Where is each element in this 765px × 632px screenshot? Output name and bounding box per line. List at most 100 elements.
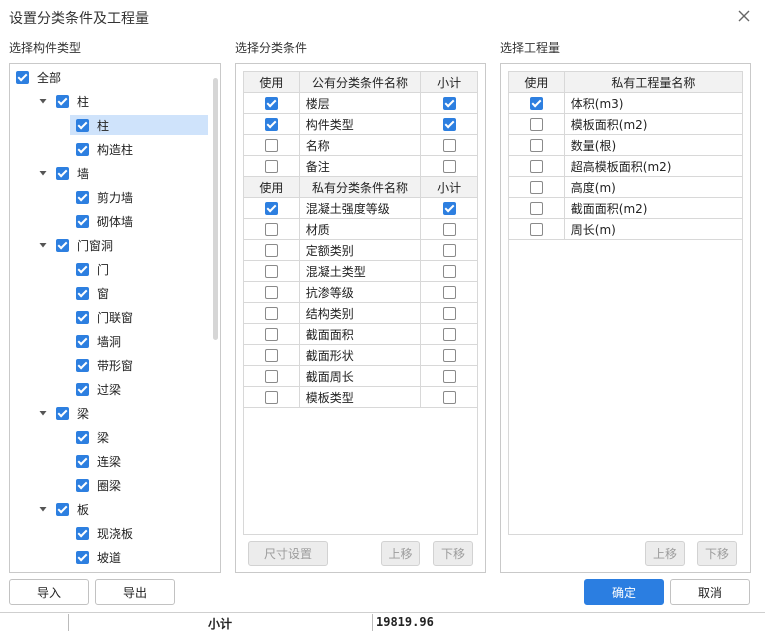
quantity-move-up-button[interactable]: 上移 xyxy=(645,541,685,566)
subtotal-checkbox[interactable] xyxy=(442,139,456,152)
table-row[interactable]: 混凝土类型 xyxy=(243,260,478,282)
table-row[interactable]: 数量(根) xyxy=(508,134,744,156)
use-checkbox[interactable] xyxy=(264,349,278,362)
tree-item-checkbox[interactable] xyxy=(76,214,89,228)
table-row[interactable]: 截面周长 xyxy=(243,365,478,387)
table-row[interactable]: 截面形状 xyxy=(243,344,478,366)
use-checkbox[interactable] xyxy=(264,97,278,110)
table-row[interactable]: 超高模板面积(m2) xyxy=(508,155,744,177)
subtotal-checkbox[interactable] xyxy=(442,118,456,131)
tree-item-checkbox[interactable] xyxy=(76,286,89,300)
tree-item[interactable]: 窗 xyxy=(76,283,109,303)
expand-arrow-icon[interactable] xyxy=(38,240,48,250)
table-row[interactable]: 构件类型 xyxy=(243,113,478,135)
tree-item[interactable]: 门 xyxy=(76,259,109,279)
condition-move-up-button[interactable]: 上移 xyxy=(381,541,420,566)
tree-item-checkbox[interactable] xyxy=(16,70,29,84)
tree-item[interactable]: 梁 xyxy=(38,403,89,423)
tree-item[interactable]: 坡道 xyxy=(76,547,121,567)
tree-item-checkbox[interactable] xyxy=(56,406,69,420)
tree-item-checkbox[interactable] xyxy=(76,142,89,156)
tree-item[interactable]: 剪力墙 xyxy=(76,187,133,207)
use-checkbox[interactable] xyxy=(264,370,278,383)
tree-item[interactable]: 门联窗 xyxy=(76,307,133,327)
table-row[interactable]: 抗渗等级 xyxy=(243,281,478,303)
use-checkbox[interactable] xyxy=(529,202,543,215)
use-checkbox[interactable] xyxy=(264,160,278,173)
subtotal-checkbox[interactable] xyxy=(442,265,456,278)
tree-item[interactable]: 全部 xyxy=(16,67,61,87)
subtotal-checkbox[interactable] xyxy=(442,223,456,236)
use-checkbox[interactable] xyxy=(529,118,543,131)
table-row[interactable]: 模板面积(m2) xyxy=(508,113,744,135)
use-checkbox[interactable] xyxy=(529,181,543,194)
tree-item[interactable]: 门窗洞 xyxy=(38,235,113,255)
table-row[interactable]: 楼层 xyxy=(243,92,478,114)
use-checkbox[interactable] xyxy=(529,97,543,110)
use-checkbox[interactable] xyxy=(264,202,278,215)
tree-item-checkbox[interactable] xyxy=(76,550,89,564)
use-checkbox[interactable] xyxy=(264,223,278,236)
ok-button[interactable]: 确定 xyxy=(584,579,664,605)
close-icon[interactable] xyxy=(735,7,753,25)
tree-item[interactable]: 过梁 xyxy=(76,379,121,399)
table-row[interactable]: 高度(m) xyxy=(508,176,744,198)
size-settings-button[interactable]: 尺寸设置 xyxy=(248,541,328,566)
expand-arrow-icon[interactable] xyxy=(38,168,48,178)
tree-item-checkbox[interactable] xyxy=(76,382,89,396)
condition-move-down-button[interactable]: 下移 xyxy=(433,541,473,566)
subtotal-checkbox[interactable] xyxy=(442,307,456,320)
table-row[interactable]: 备注 xyxy=(243,155,478,177)
table-row[interactable]: 混凝土强度等级 xyxy=(243,197,478,219)
tree-item[interactable]: 连梁 xyxy=(76,451,121,471)
subtotal-checkbox[interactable] xyxy=(442,244,456,257)
expand-arrow-icon[interactable] xyxy=(38,504,48,514)
table-row[interactable]: 截面面积(m2) xyxy=(508,197,744,219)
tree-item[interactable]: 柱 xyxy=(38,91,89,111)
expand-arrow-icon[interactable] xyxy=(38,96,48,106)
subtotal-checkbox[interactable] xyxy=(442,349,456,362)
subtotal-checkbox[interactable] xyxy=(442,202,456,215)
use-checkbox[interactable] xyxy=(264,244,278,257)
tree-item[interactable]: 墙洞 xyxy=(76,331,121,351)
quantity-move-down-button[interactable]: 下移 xyxy=(697,541,737,566)
tree-item-checkbox[interactable] xyxy=(56,94,69,108)
tree-item-checkbox[interactable] xyxy=(76,118,89,132)
table-row[interactable]: 截面面积 xyxy=(243,323,478,345)
export-button[interactable]: 导出 xyxy=(95,579,175,605)
tree-item[interactable]: 带形窗 xyxy=(76,355,133,375)
tree-item-checkbox[interactable] xyxy=(56,502,69,516)
subtotal-checkbox[interactable] xyxy=(442,328,456,341)
tree-item[interactable]: 构造柱 xyxy=(76,139,133,159)
table-row[interactable]: 材质 xyxy=(243,218,478,240)
tree-item[interactable]: 板 xyxy=(38,499,89,519)
component-tree[interactable]: 全部柱柱构造柱墙剪力墙 砌体墙 门窗洞门窗门联窗 墙洞 带形窗 过梁梁梁连梁 圈梁板现浇板坡… xyxy=(9,63,221,573)
tree-item-checkbox[interactable] xyxy=(76,454,89,468)
tree-item[interactable]: 圈梁 xyxy=(76,475,121,495)
tree-item[interactable]: 梁 xyxy=(76,427,109,447)
subtotal-checkbox[interactable] xyxy=(442,160,456,173)
tree-item[interactable]: 砌体墙 xyxy=(76,211,133,231)
tree-item[interactable]: 柱 xyxy=(70,115,208,135)
use-checkbox[interactable] xyxy=(264,286,278,299)
tree-item-checkbox[interactable] xyxy=(76,262,89,276)
table-row[interactable]: 结构类别 xyxy=(243,302,478,324)
tree-item-checkbox[interactable] xyxy=(76,190,89,204)
use-checkbox[interactable] xyxy=(264,307,278,320)
use-checkbox[interactable] xyxy=(264,391,278,404)
use-checkbox[interactable] xyxy=(264,139,278,152)
expand-arrow-icon[interactable] xyxy=(38,408,48,418)
use-checkbox[interactable] xyxy=(529,223,543,236)
use-checkbox[interactable] xyxy=(529,160,543,173)
table-row[interactable]: 体积(m3) xyxy=(508,92,744,114)
table-row[interactable]: 周长(m) xyxy=(508,218,744,240)
tree-item-checkbox[interactable] xyxy=(76,334,89,348)
use-checkbox[interactable] xyxy=(264,265,278,278)
tree-scrollbar[interactable] xyxy=(213,78,218,340)
tree-item-checkbox[interactable] xyxy=(56,238,69,252)
use-checkbox[interactable] xyxy=(529,139,543,152)
tree-item[interactable]: 现浇板 xyxy=(76,523,133,543)
tree-item-checkbox[interactable] xyxy=(76,310,89,324)
cancel-button[interactable]: 取消 xyxy=(670,579,750,605)
subtotal-checkbox[interactable] xyxy=(442,391,456,404)
